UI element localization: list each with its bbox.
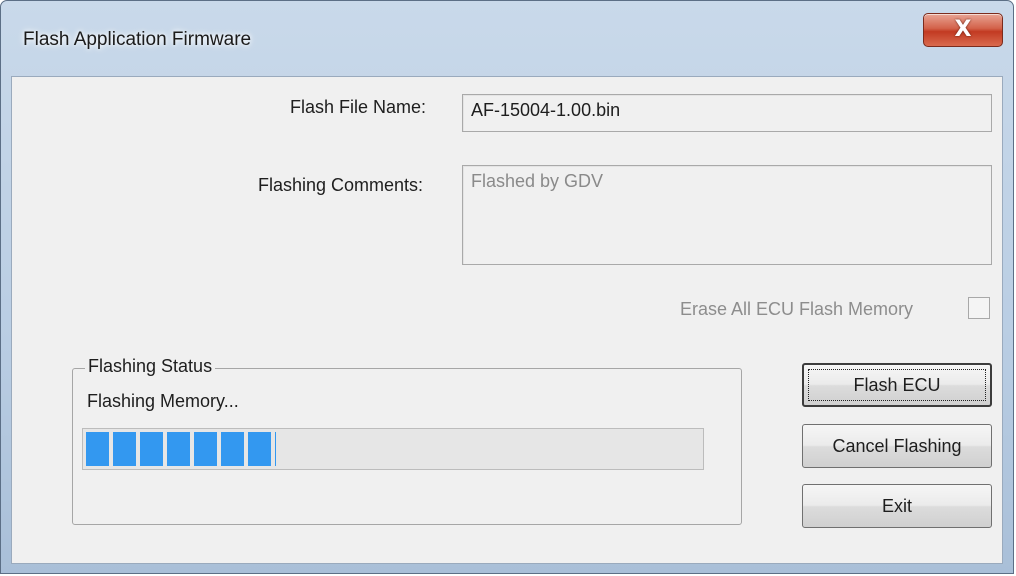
flashing-comments-field[interactable]: Flashed by GDV bbox=[462, 165, 992, 265]
flash-progress-bar bbox=[82, 428, 704, 470]
flashing-status-group: Flashing Status Flashing Memory... bbox=[72, 356, 742, 525]
exit-button[interactable]: Exit bbox=[802, 484, 992, 528]
status-message: Flashing Memory... bbox=[87, 391, 239, 411]
flashing-comments-label: Flashing Comments: bbox=[258, 175, 424, 195]
cancel-flashing-button[interactable]: Cancel Flashing bbox=[802, 424, 992, 468]
close-button[interactable]: X bbox=[923, 13, 1003, 47]
progress-fill bbox=[86, 432, 276, 466]
flashing-status-title: Flashing Status bbox=[85, 356, 216, 377]
exit-label: Exit bbox=[881, 496, 912, 516]
flash-ecu-button[interactable]: Flash ECU bbox=[802, 363, 992, 407]
dialog-content: Flash File Name: AF-15004-1.00.bin Flash… bbox=[11, 76, 1003, 564]
close-icon: X bbox=[954, 17, 972, 42]
dialog-window: Flash Application Firmware X Flash File … bbox=[0, 0, 1014, 574]
cancel-flashing-label: Cancel Flashing bbox=[832, 436, 962, 456]
erase-memory-label: Erase All ECU Flash Memory bbox=[680, 299, 914, 319]
erase-memory-checkbox[interactable] bbox=[968, 297, 990, 319]
flash-file-name-field[interactable]: AF-15004-1.00.bin bbox=[462, 94, 992, 132]
flash-file-name-label: Flash File Name: bbox=[290, 97, 427, 117]
window-title: Flash Application Firmware bbox=[23, 29, 252, 50]
title-bar[interactable]: Flash Application Firmware X bbox=[1, 1, 1013, 77]
focus-rectangle bbox=[808, 369, 986, 401]
